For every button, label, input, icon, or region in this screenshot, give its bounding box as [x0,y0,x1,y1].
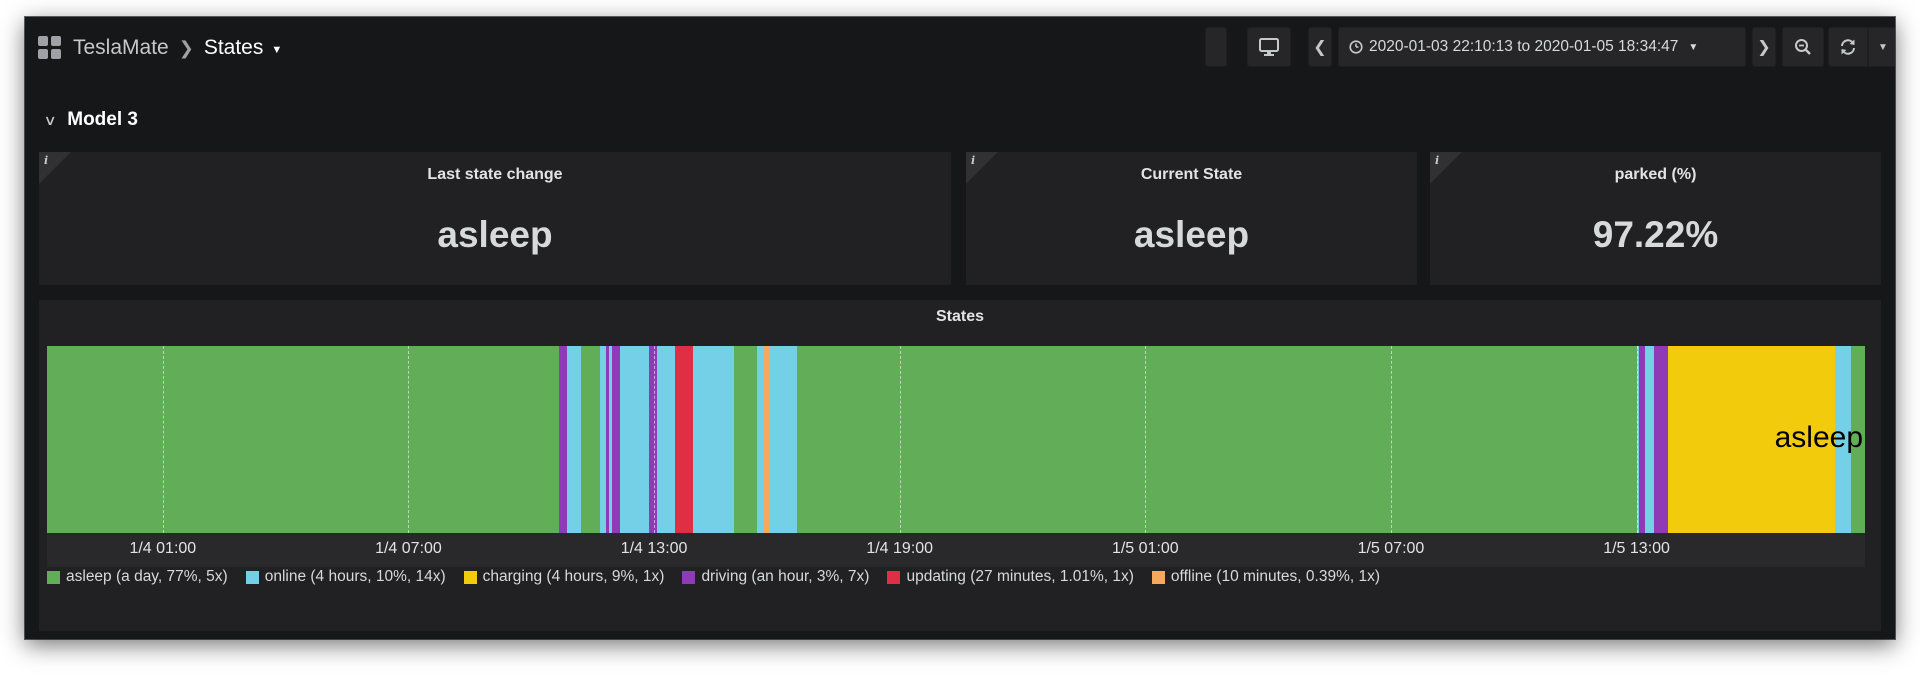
state-segment-driving[interactable] [648,346,658,533]
legend-label: charging (4 hours, 9%, 1x) [482,568,665,585]
panel-last-state-change: i Last state change asleep [39,152,951,285]
time-range-label: 2020-01-03 22:10:13 to 2020-01-05 18:34:… [1369,38,1679,55]
legend-swatch [682,570,696,584]
dashboard-grid-icon[interactable] [38,36,62,60]
zoom-out-icon [1795,39,1811,55]
legend-item-updating[interactable]: updating (27 minutes, 1.01%, 1x) [887,568,1134,586]
panel-title[interactable]: Current State [966,166,1417,184]
caret-down-icon: ▼ [1688,41,1699,53]
legend-swatch [47,570,60,584]
legend-swatch [1151,570,1165,584]
time-range-picker[interactable]: 2020-01-03 22:10:13 to 2020-01-05 18:34:… [1338,27,1746,67]
tv-mode-button[interactable] [1247,27,1291,67]
state-segment-online[interactable] [567,346,582,533]
legend-item-charging[interactable]: charging (4 hours, 9%, 1x) [463,568,665,586]
legend-item-driving[interactable]: driving (an hour, 3%, 7x) [682,568,869,586]
app-window: TeslaMate ❯ States ▼ ❮ 2020-01-03 22:10:… [25,17,1895,639]
row-header[interactable]: ∨ Model 3 [43,107,138,133]
time-axis: 1/4 01:00 1/4 07:00 1/4 13:00 1/4 19:00 1/5 … [47,533,1865,567]
x-tick-label: 1/4 19:00 [866,540,934,557]
dashboard-title[interactable]: States [204,36,264,60]
state-segment-online[interactable] [619,346,649,533]
state-segment-online[interactable] [657,346,675,533]
chevron-down-icon[interactable]: ∨ [43,112,56,129]
panel-parked-percent: i parked (%) 97.22% [1430,152,1881,285]
legend-label: driving (an hour, 3%, 7x) [701,568,870,585]
chart-legend: asleep (a day, 77%, 5x) online (4 hours, … [47,568,1380,586]
caret-down-icon: ▼ [1878,41,1888,53]
refresh-button[interactable] [1828,27,1868,67]
legend-label: asleep (a day, 77%, 5x) [66,568,228,585]
chevron-right-icon: ❯ [178,37,194,58]
state-segment-offline[interactable] [763,346,771,533]
state-segment-driving[interactable] [558,346,568,533]
x-tick-label: 1/4 01:00 [129,540,197,557]
time-shift-forward-button[interactable]: ❯ [1752,27,1776,67]
breadcrumb: TeslaMate ❯ States ▼ [73,34,282,62]
refresh-icon [1841,39,1855,55]
state-segment-online[interactable] [1644,346,1654,533]
x-tick-label: 1/5 01:00 [1111,540,1179,557]
stat-value: asleep [437,214,553,255]
state-overlay-label: asleep [1774,421,1863,454]
gridline [899,346,901,533]
gridline [1636,346,1638,533]
panel-title[interactable]: parked (%) [1430,166,1881,184]
state-segment-online[interactable] [692,346,734,533]
legend-item-asleep[interactable]: asleep (a day, 77%, 5x) [47,568,228,586]
panel-current-state: i Current State asleep [966,152,1417,285]
row-title: Model 3 [67,109,138,130]
state-segment-online[interactable] [770,346,798,533]
panel-states: States asleep 1/4 01:00 1/4 07:00 1/4 13:0… [39,300,1881,631]
zoom-out-button[interactable] [1782,27,1824,67]
panel-title[interactable]: Last state change [39,166,951,184]
stat-value: 97.22% [1592,214,1719,255]
legend-item-offline[interactable]: offline (10 minutes, 0.39%, 1x) [1151,568,1380,586]
gridline [162,346,164,533]
time-shift-back-button[interactable]: ❮ [1308,27,1332,67]
gridline [1145,346,1147,533]
clock-icon [1349,40,1363,54]
monitor-icon [1259,38,1279,56]
x-tick-label: 1/4 13:00 [620,540,688,557]
caret-down-icon[interactable]: ▼ [271,44,282,56]
x-tick-label: 1/5 13:00 [1603,540,1670,557]
legend-swatch [463,570,477,584]
legend-swatch [887,570,901,584]
state-segment-updating[interactable] [674,346,693,533]
gridline [1390,346,1392,533]
chevron-right-icon: ❯ [1757,39,1771,56]
x-tick-label: 1/5 07:00 [1357,540,1425,557]
gridline [408,346,410,533]
refresh-interval-dropdown[interactable]: ▼ [1868,27,1895,67]
stat-value: asleep [1133,214,1250,255]
breadcrumb-folder[interactable]: TeslaMate [73,36,169,60]
legend-swatch [245,570,259,584]
x-tick-label: 1/4 07:00 [375,540,442,557]
legend-label: updating (27 minutes, 1.01%, 1x) [906,568,1134,585]
top-navbar: TeslaMate ❯ States ▼ ❮ 2020-01-03 22:10:… [25,17,1895,77]
chevron-left-icon: ❮ [1313,39,1327,56]
legend-label: offline (10 minutes, 0.39%, 1x) [1170,568,1380,585]
state-segment-driving[interactable] [1653,346,1668,533]
legend-item-online[interactable]: online (4 hours, 10%, 14x) [245,568,446,586]
gridline [654,346,656,533]
panel-title[interactable]: States [39,308,1881,326]
toolbar-spacer-button[interactable] [1205,27,1227,67]
legend-label: online (4 hours, 10%, 14x) [264,568,446,585]
states-timeline[interactable]: asleep [47,346,1865,533]
state-segment-driving[interactable] [611,346,620,533]
